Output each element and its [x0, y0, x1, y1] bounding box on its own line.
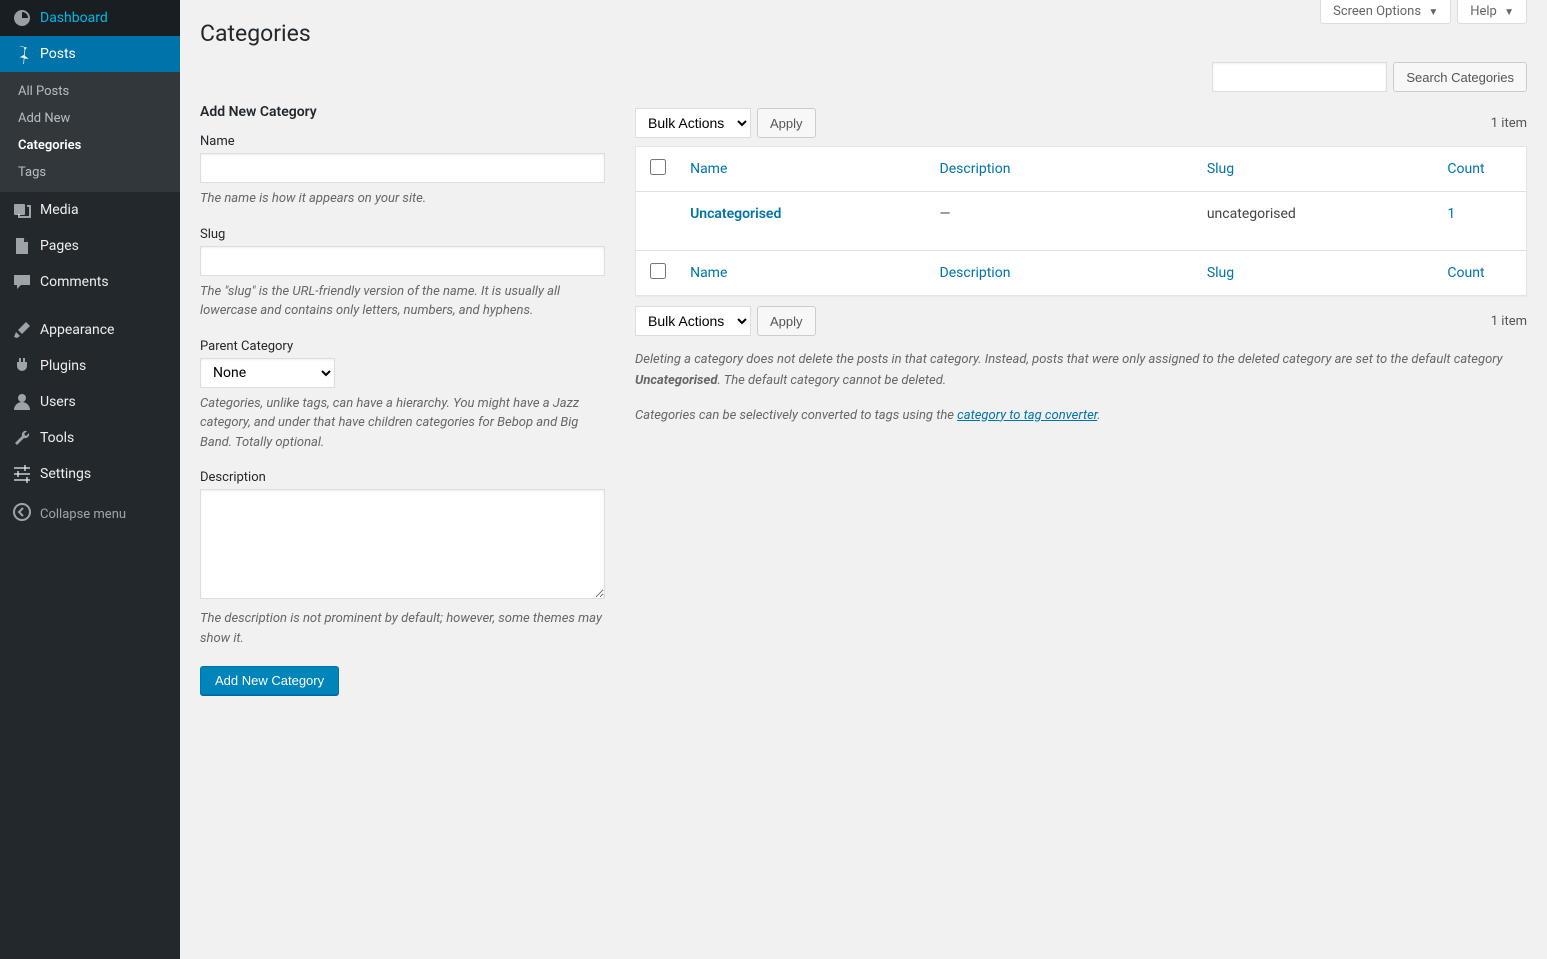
note-text: . The default category cannot be deleted… — [717, 373, 946, 388]
admin-sidebar: Dashboard Posts All Posts Add New Catego… — [0, 0, 180, 959]
select-all-checkbox-bottom[interactable] — [650, 263, 666, 279]
parent-select[interactable]: None — [200, 358, 335, 388]
col-count-footer[interactable]: Count — [1447, 265, 1484, 281]
screen-options-tab[interactable]: Screen Options ▼ — [1320, 0, 1451, 24]
name-desc: The name is how it appears on your site. — [200, 189, 605, 209]
category-desc: — — [930, 192, 1197, 251]
menu-label: Plugins — [40, 358, 86, 374]
menu-media[interactable]: Media — [0, 192, 180, 228]
main-content: Screen Options ▼ Help ▼ Categories Searc… — [180, 0, 1547, 959]
chevron-down-icon: ▼ — [1504, 7, 1514, 18]
chevron-down-icon: ▼ — [1428, 7, 1438, 18]
add-category-form: Add New Category Name The name is how it… — [200, 104, 605, 695]
item-count-top: 1 item — [1491, 116, 1527, 131]
plug-icon — [12, 356, 32, 376]
comment-icon — [12, 272, 32, 292]
submenu-add-new[interactable]: Add New — [0, 105, 180, 132]
item-count-bottom: 1 item — [1491, 314, 1527, 329]
footer-notes: Deleting a category does not delete the … — [635, 350, 1527, 426]
screen-options-label: Screen Options — [1333, 4, 1421, 19]
brush-icon — [12, 320, 32, 340]
pin-icon — [12, 44, 32, 64]
menu-settings[interactable]: Settings — [0, 456, 180, 492]
menu-posts[interactable]: Posts — [0, 36, 180, 72]
page-icon — [12, 236, 32, 256]
menu-label: Appearance — [40, 322, 114, 338]
category-count-link[interactable]: 1 — [1447, 206, 1455, 222]
help-tab[interactable]: Help ▼ — [1457, 0, 1527, 24]
media-icon — [12, 200, 32, 220]
collapse-icon — [12, 502, 32, 526]
menu-pages[interactable]: Pages — [0, 228, 180, 264]
posts-submenu: All Posts Add New Categories Tags — [0, 72, 180, 192]
search-input[interactable] — [1212, 62, 1387, 92]
submenu-all-posts[interactable]: All Posts — [0, 78, 180, 105]
category-name-link[interactable]: Uncategorised — [690, 206, 781, 222]
menu-label: Pages — [40, 238, 79, 254]
categories-list-panel: Bulk Actions Apply 1 item Name Descripti… — [635, 104, 1527, 695]
apply-button-top[interactable]: Apply — [757, 108, 816, 138]
categories-table: Name Description Slug Count Uncategorise… — [635, 146, 1527, 296]
note-default-category: Uncategorised — [635, 373, 717, 388]
menu-label: Media — [40, 202, 79, 218]
slug-label: Slug — [200, 227, 605, 242]
search-categories-button[interactable]: Search Categories — [1393, 62, 1527, 92]
col-count-header[interactable]: Count — [1447, 161, 1484, 177]
menu-label: Settings — [40, 466, 91, 482]
menu-label: Dashboard — [40, 10, 108, 26]
collapse-label: Collapse menu — [40, 507, 126, 522]
col-name-header[interactable]: Name — [690, 161, 727, 177]
col-desc-header[interactable]: Description — [940, 161, 1011, 177]
menu-users[interactable]: Users — [0, 384, 180, 420]
apply-button-bottom[interactable]: Apply — [757, 306, 816, 336]
slug-input[interactable] — [200, 246, 605, 276]
submenu-categories[interactable]: Categories — [0, 132, 180, 159]
select-all-checkbox-top[interactable] — [650, 159, 666, 175]
col-name-footer[interactable]: Name — [690, 265, 727, 281]
add-category-button[interactable]: Add New Category — [200, 666, 339, 695]
bulk-actions-select-bottom[interactable]: Bulk Actions — [635, 306, 751, 336]
submenu-tags[interactable]: Tags — [0, 159, 180, 186]
name-input[interactable] — [200, 153, 605, 183]
sliders-icon — [12, 464, 32, 484]
user-icon — [12, 392, 32, 412]
menu-label: Posts — [40, 46, 76, 62]
col-desc-footer[interactable]: Description — [940, 265, 1011, 281]
description-desc: The description is not prominent by defa… — [200, 609, 605, 648]
col-slug-header[interactable]: Slug — [1207, 161, 1234, 177]
table-row: Uncategorised — uncategorised 1 — [636, 192, 1527, 251]
note-text: . — [1097, 408, 1100, 423]
slug-desc: The "slug" is the URL-friendly version o… — [200, 282, 605, 321]
menu-appearance[interactable]: Appearance — [0, 312, 180, 348]
collapse-menu[interactable]: Collapse menu — [0, 492, 180, 536]
parent-desc: Categories, unlike tags, can have a hier… — [200, 394, 605, 453]
menu-label: Tools — [40, 430, 74, 446]
note-text: Categories can be selectively converted … — [635, 408, 957, 423]
wrench-icon — [12, 428, 32, 448]
parent-label: Parent Category — [200, 339, 605, 354]
menu-tools[interactable]: Tools — [0, 420, 180, 456]
description-label: Description — [200, 470, 605, 485]
help-label: Help — [1470, 4, 1497, 19]
note-text: Deleting a category does not delete the … — [635, 352, 1503, 367]
description-textarea[interactable] — [200, 489, 605, 599]
bulk-actions-select-top[interactable]: Bulk Actions — [635, 108, 751, 138]
form-title: Add New Category — [200, 104, 605, 120]
name-label: Name — [200, 134, 605, 149]
menu-label: Users — [40, 394, 76, 410]
col-slug-footer[interactable]: Slug — [1207, 265, 1234, 281]
category-tag-converter-link[interactable]: category to tag converter — [957, 408, 1097, 423]
menu-plugins[interactable]: Plugins — [0, 348, 180, 384]
category-slug: uncategorised — [1197, 192, 1438, 251]
menu-comments[interactable]: Comments — [0, 264, 180, 300]
dashboard-icon — [12, 8, 32, 28]
menu-dashboard[interactable]: Dashboard — [0, 0, 180, 36]
menu-label: Comments — [40, 274, 109, 290]
